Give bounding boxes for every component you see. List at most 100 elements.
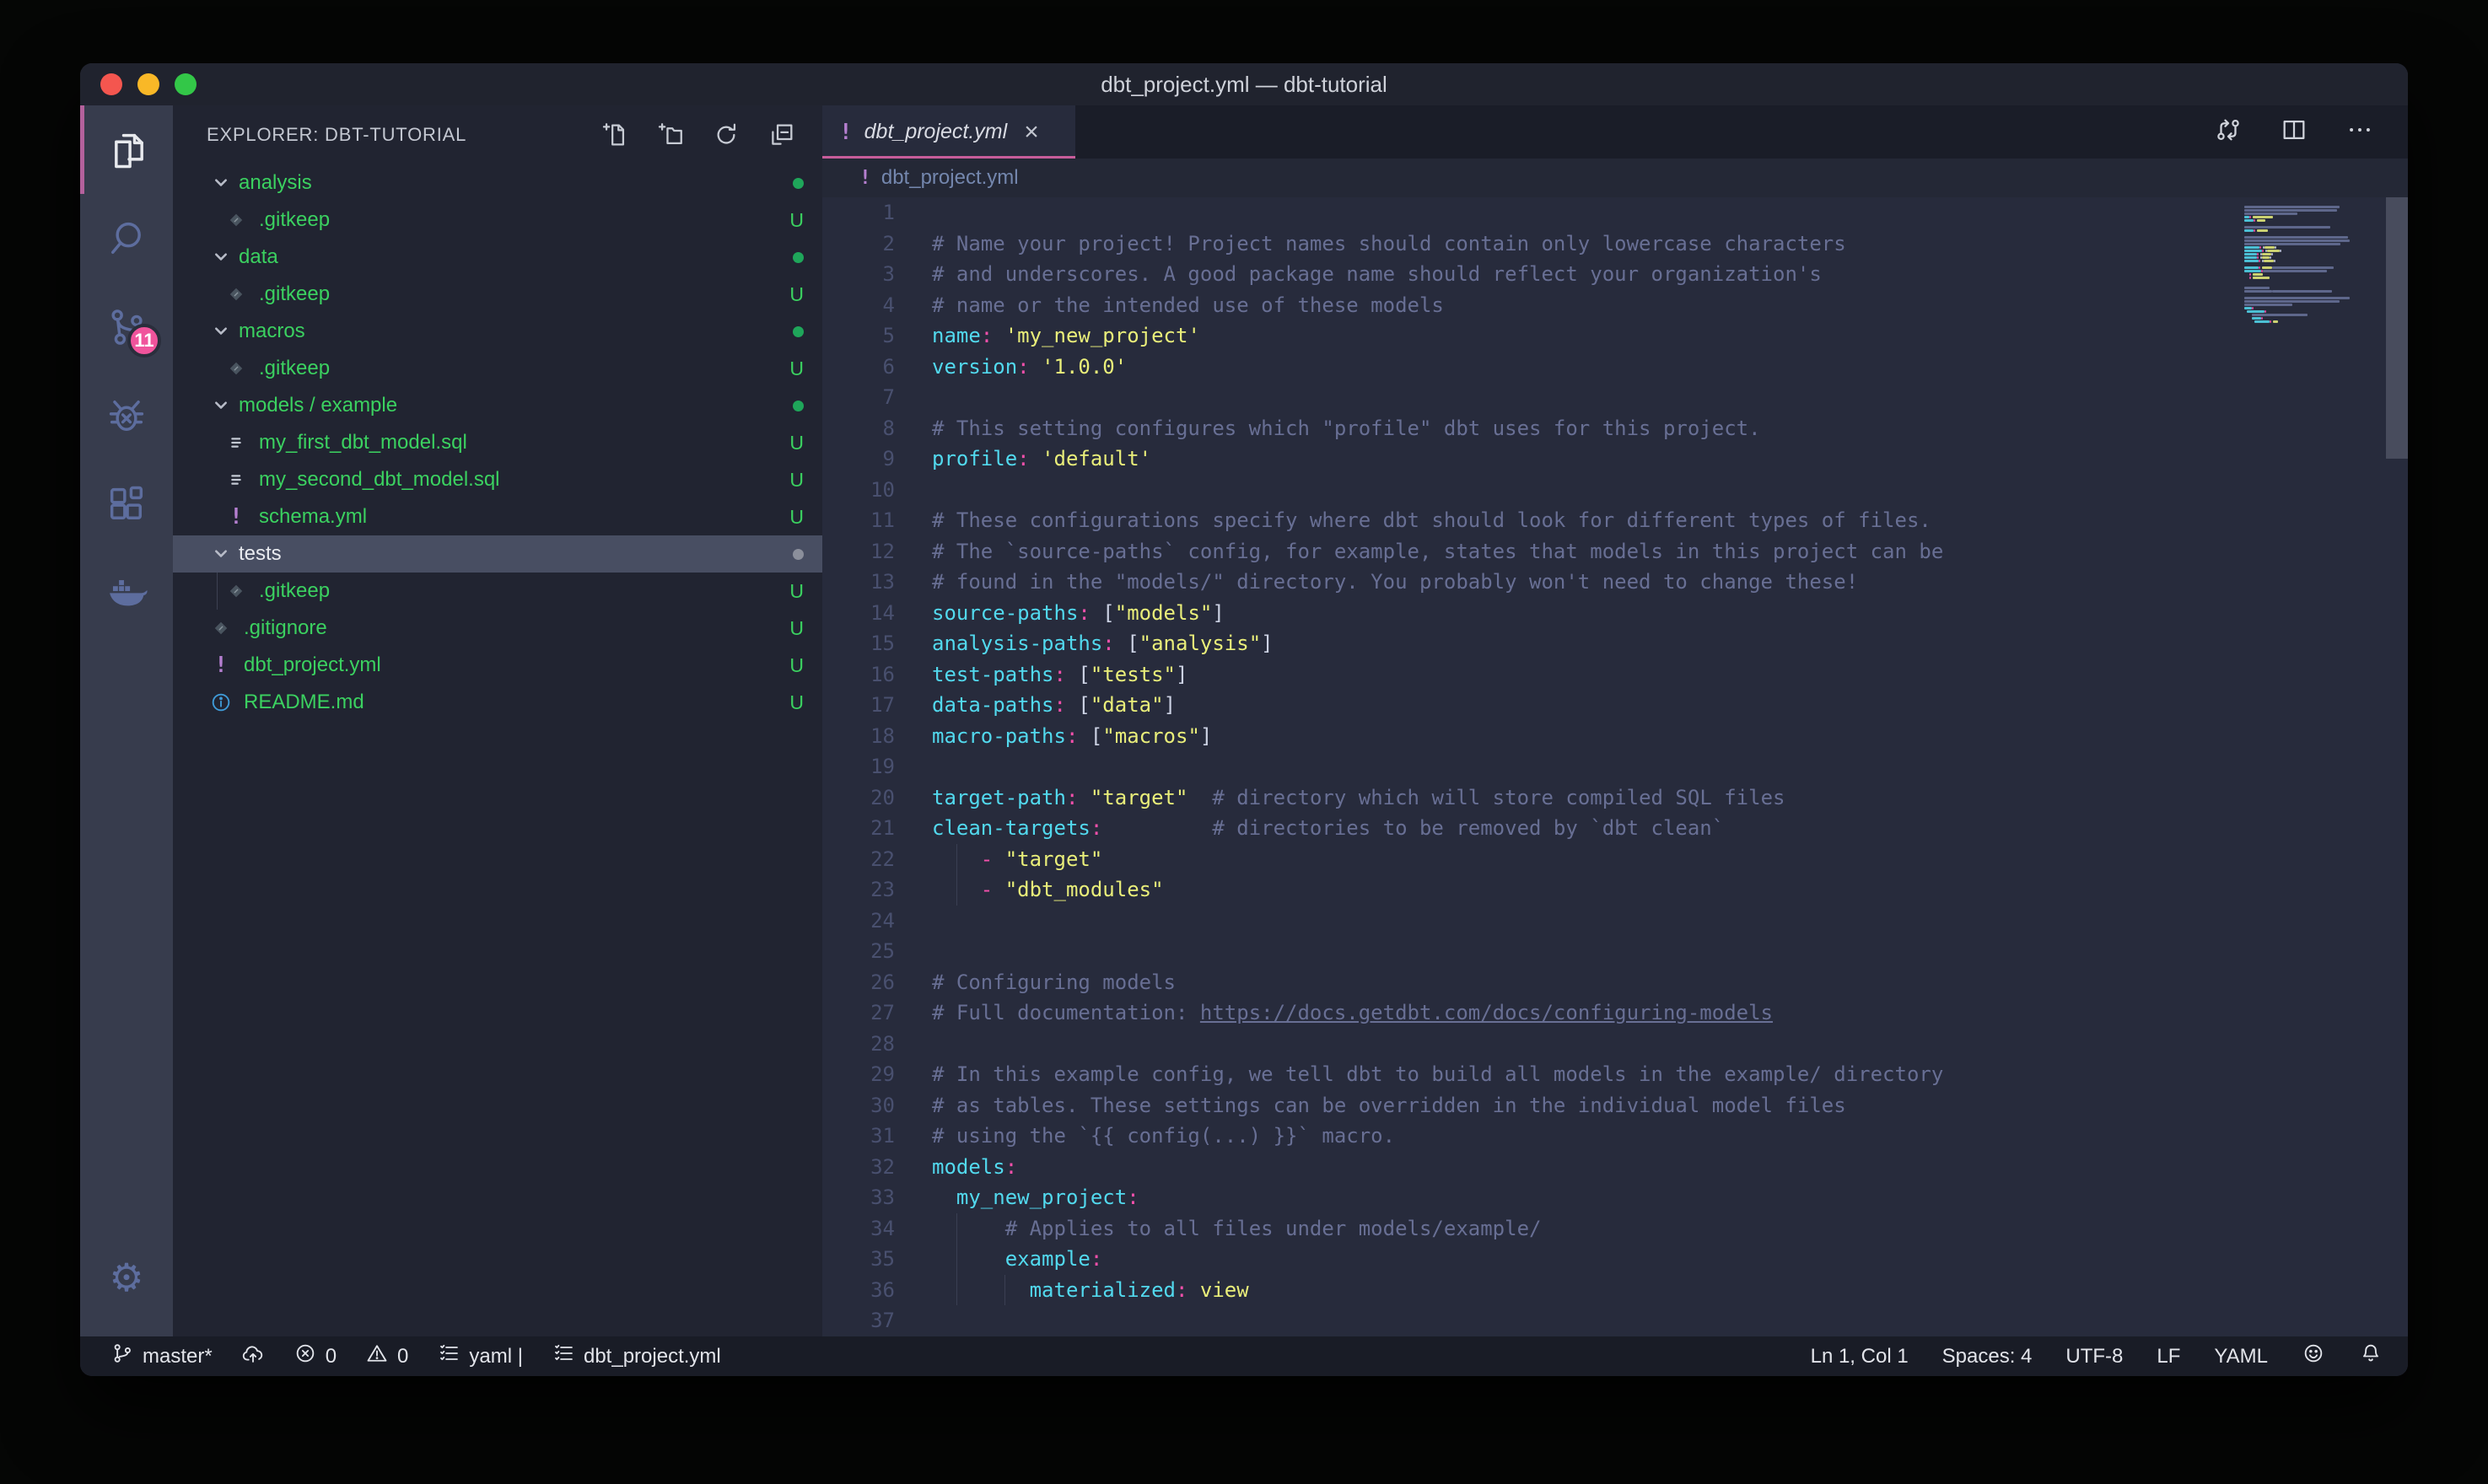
code-line-23[interactable]: 23 - "dbt_modules" [822,874,2408,906]
activity-search-button[interactable] [80,194,173,282]
code-line-30[interactable]: 30# as tables. These settings can be ove… [822,1090,2408,1121]
tree-item-macros[interactable]: macros [173,313,822,350]
status-dbt-project-yml[interactable]: dbt_project.yml [552,1342,721,1371]
editor-actions [2214,105,2408,159]
new-file-icon[interactable] [598,118,632,152]
code-line-33[interactable]: 33 my_new_project: [822,1182,2408,1213]
code-line-24[interactable]: 24 [822,906,2408,937]
code-lines[interactable]: 12# Name your project! Project names sho… [822,197,2408,1336]
status-spaces-4[interactable]: Spaces: 4 [1942,1345,2033,1368]
code-line-35[interactable]: 35 example: [822,1244,2408,1275]
more-icon[interactable] [2345,116,2374,148]
tree-item-my-second-dbt-model-sql[interactable]: my_second_dbt_model.sqlU [173,461,822,498]
tree-item-dbt-project-yml[interactable]: !dbt_project.ymlU [173,647,822,684]
tree-item-readme-md[interactable]: README.mdU [173,684,822,721]
code-line-6[interactable]: 6version: '1.0.0' [822,352,2408,383]
close-tab-icon[interactable]: × [1024,118,1039,147]
code-line-8[interactable]: 8# This setting configures which "profil… [822,413,2408,444]
code-editor[interactable]: 12# Name your project! Project names sho… [822,197,2408,1336]
code-line-9[interactable]: 9profile: 'default' [822,444,2408,475]
breadcrumb-file-label[interactable]: dbt_project.yml [881,166,1019,190]
tree-item--gitkeep[interactable]: .gitkeepU [173,573,822,610]
tree-item-schema-yml[interactable]: !schema.ymlU [173,498,822,535]
activity-docker-button[interactable] [80,548,173,637]
code-line-13[interactable]: 13# found in the "models/" directory. Yo… [822,567,2408,598]
code-line-4[interactable]: 4# name or the intended use of these mod… [822,290,2408,321]
status-0[interactable]: 0 [365,1342,408,1371]
git-file-icon [223,282,249,307]
code-line-3[interactable]: 3# and underscores. A good package name … [822,259,2408,290]
code-line-34[interactable]: 34 # Applies to all files under models/e… [822,1213,2408,1245]
code-line-18[interactable]: 18macro-paths: ["macros"] [822,721,2408,752]
status-yaml-[interactable]: yaml | [437,1342,523,1371]
tree-item--gitignore[interactable]: .gitignoreU [173,610,822,647]
breadcrumb[interactable]: ! dbt_project.yml [822,159,2408,197]
code-text: # found in the "models/" directory. You … [932,567,1858,598]
code-line-11[interactable]: 11# These configurations specify where d… [822,505,2408,536]
code-line-7[interactable]: 7 [822,382,2408,413]
code-line-1[interactable]: 1 [822,197,2408,229]
code-line-37[interactable]: 37 [822,1305,2408,1336]
code-line-21[interactable]: 21clean-targets: # directories to be rem… [822,813,2408,844]
status-cloud-upload[interactable] [241,1342,265,1371]
status-left: master* 00 yaml | dbt_project.yml [110,1342,750,1371]
status-label: yaml | [469,1345,523,1368]
minimize-window-button[interactable] [137,73,159,95]
maximize-window-button[interactable] [175,73,197,95]
code-line-20[interactable]: 20target-path: "target" # directory whic… [822,782,2408,814]
git-untracked-badge: U [789,654,804,677]
tree-item-tests[interactable]: tests [173,535,822,573]
tree-item-data[interactable]: data [173,239,822,276]
tree-item--gitkeep[interactable]: .gitkeepU [173,202,822,239]
code-line-28[interactable]: 28 [822,1029,2408,1060]
code-line-29[interactable]: 29# In this example config, we tell dbt … [822,1059,2408,1090]
status-ln-1-col-1[interactable]: Ln 1, Col 1 [1811,1345,1909,1368]
code-line-36[interactable]: 36 materialized: view [822,1275,2408,1306]
minimap[interactable] [2244,202,2381,327]
title-bar: dbt_project.yml — dbt-tutorial [80,63,2408,105]
activity-files-button[interactable] [80,105,173,194]
activity-extensions-button[interactable] [80,460,173,548]
code-text: # In this example config, we tell dbt to… [932,1059,1943,1090]
code-line-17[interactable]: 17data-paths: ["data"] [822,690,2408,721]
status-0[interactable]: 0 [293,1342,337,1371]
activity-gear-button[interactable]: ⚙ [80,1233,173,1321]
tab-dbt-project-yml[interactable]: ! dbt_project.yml × [822,105,1075,159]
code-line-15[interactable]: 15analysis-paths: ["analysis"] [822,628,2408,659]
code-line-10[interactable]: 10 [822,475,2408,506]
status-utf-8[interactable]: UTF-8 [2065,1345,2123,1368]
code-line-22[interactable]: 22 - "target" [822,844,2408,875]
collapse-all-icon[interactable] [765,118,799,152]
code-line-32[interactable]: 32models: [822,1152,2408,1183]
tree-item-analysis[interactable]: analysis [173,164,822,202]
code-text: data-paths: ["data"] [932,690,1176,721]
activity-source-control-button[interactable]: 11 [80,282,173,371]
activity-debug-button[interactable] [80,371,173,460]
status-yaml[interactable]: YAML [2214,1345,2268,1368]
status-bell[interactable] [2359,1342,2383,1371]
split-editor-icon[interactable] [2280,116,2308,148]
close-window-button[interactable] [100,73,122,95]
code-line-19[interactable]: 19 [822,751,2408,782]
refresh-icon[interactable] [709,118,743,152]
code-line-31[interactable]: 31# using the `{{ config(...) }}` macro. [822,1121,2408,1152]
status-master-[interactable]: master* [110,1342,213,1371]
code-line-14[interactable]: 14source-paths: ["models"] [822,598,2408,629]
open-changes-icon[interactable] [2214,116,2243,148]
code-line-2[interactable]: 2# Name your project! Project names shou… [822,229,2408,260]
code-line-27[interactable]: 27# Full documentation: https://docs.get… [822,997,2408,1029]
tree-item--gitkeep[interactable]: .gitkeepU [173,350,822,387]
code-line-16[interactable]: 16test-paths: ["tests"] [822,659,2408,691]
code-line-26[interactable]: 26# Configuring models [822,967,2408,998]
tree-item-label: models / example [239,394,783,417]
status-smiley[interactable] [2302,1342,2325,1371]
code-line-12[interactable]: 12# The `source-paths` config, for examp… [822,536,2408,567]
status-lf[interactable]: LF [2157,1345,2180,1368]
code-line-25[interactable]: 25 [822,936,2408,967]
vertical-scrollbar[interactable] [2386,197,2408,459]
new-folder-icon[interactable] [654,118,687,152]
tree-item-models-example[interactable]: models / example [173,387,822,424]
tree-item--gitkeep[interactable]: .gitkeepU [173,276,822,313]
tree-item-my-first-dbt-model-sql[interactable]: my_first_dbt_model.sqlU [173,424,822,461]
code-line-5[interactable]: 5name: 'my_new_project' [822,320,2408,352]
